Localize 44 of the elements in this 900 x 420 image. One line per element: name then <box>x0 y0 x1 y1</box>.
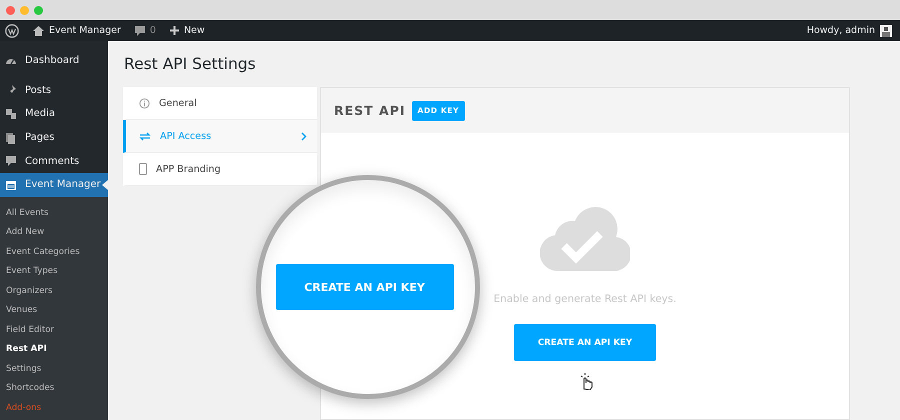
phone-icon <box>139 163 147 175</box>
page-title: Rest API Settings <box>124 55 257 75</box>
submenu-item[interactable]: Event Categories <box>0 242 108 262</box>
submenu-item[interactable]: Rest API <box>0 339 108 359</box>
cloud-check-icon <box>540 207 630 271</box>
media-icon <box>5 108 17 120</box>
submenu-item[interactable]: Settings <box>0 358 108 378</box>
panel-title: REST API <box>334 103 406 118</box>
submenu-item[interactable]: Organizers <box>0 280 108 300</box>
comment-count[interactable]: 0 <box>150 25 156 36</box>
menu-item[interactable]: Posts <box>0 78 108 102</box>
home-icon <box>33 26 44 36</box>
submenu-item[interactable]: Shortcodes <box>0 378 108 398</box>
wordpress-logo-icon[interactable] <box>5 24 19 38</box>
submenu-item[interactable]: Event Types <box>0 261 108 281</box>
site-name[interactable]: Event Manager <box>49 25 121 36</box>
account-menu[interactable]: Howdy, admin <box>806 24 892 36</box>
submenu-item[interactable]: Venues <box>0 300 108 320</box>
comments-link[interactable]: 0 <box>134 25 156 36</box>
menu-item[interactable]: Media <box>0 102 108 126</box>
submenu-item[interactable]: Add New <box>0 222 108 242</box>
menu-item[interactable]: Dashboard <box>0 49 108 73</box>
submenu-item[interactable]: Field Editor <box>0 320 108 340</box>
comment-icon <box>134 26 145 36</box>
menu-item[interactable]: Pages <box>0 126 108 150</box>
submenu-item[interactable]: All Events <box>0 202 108 222</box>
plus-icon <box>170 26 179 35</box>
empty-message: Enable and generate Rest API keys. <box>494 293 676 305</box>
swap-icon <box>139 130 151 142</box>
pages-icon <box>5 132 17 144</box>
greeting[interactable]: Howdy, admin <box>806 25 875 36</box>
new-link[interactable]: New <box>170 25 205 36</box>
close-dot[interactable] <box>6 6 15 14</box>
hand-cursor-icon <box>580 373 594 390</box>
zoom-dot[interactable] <box>34 6 43 14</box>
menu-item[interactable]: Comments <box>0 149 108 173</box>
comment-icon <box>5 155 17 168</box>
menu-item[interactable]: Event Manager <box>0 172 108 197</box>
chevron-icon <box>301 132 307 141</box>
calendar-icon <box>5 178 17 191</box>
new-label[interactable]: New <box>184 25 205 36</box>
minimize-dot[interactable] <box>20 6 29 14</box>
site-link[interactable]: Event Manager <box>33 25 121 36</box>
info-icon <box>139 98 150 108</box>
